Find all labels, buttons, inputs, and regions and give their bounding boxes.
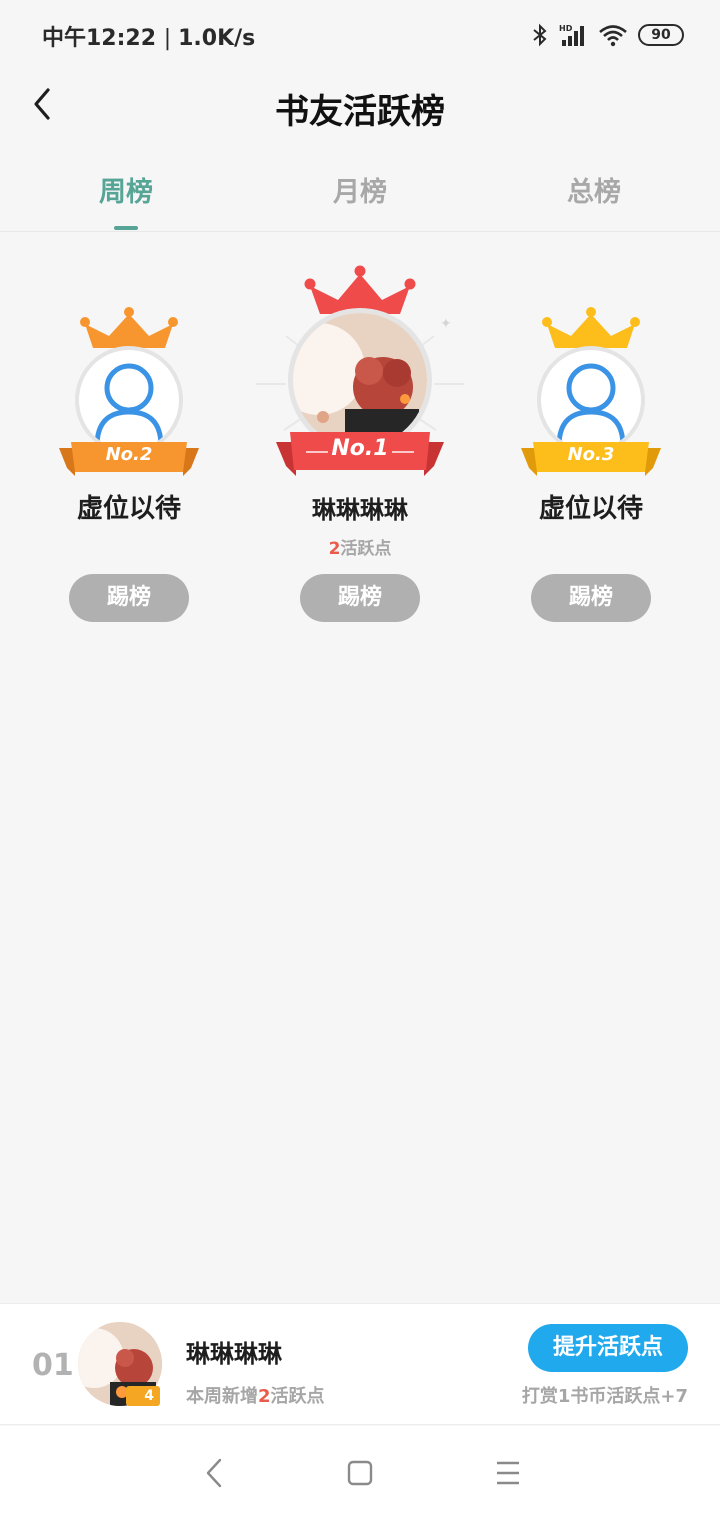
podium-third: No.3 虚位以待 踢榜 xyxy=(511,250,671,630)
tab-bar: 周榜 月榜 总榜 xyxy=(0,160,720,232)
kick-button-second[interactable]: 踢榜 xyxy=(69,574,189,622)
points-unit: 活跃点 xyxy=(340,539,392,559)
status-left: 中午12:22 | 1.0K/s xyxy=(42,20,255,52)
crown-icon xyxy=(542,307,640,348)
boost-points-button[interactable]: 提升活跃点 xyxy=(528,1324,688,1372)
rank-ribbon-first: No.1 xyxy=(276,428,444,478)
page-title: 书友活跃榜 xyxy=(275,92,445,132)
user-placeholder-icon xyxy=(556,363,626,447)
battery-icon: 90 xyxy=(638,24,684,46)
anime-avatar-image xyxy=(293,313,427,447)
signal-icon: HD xyxy=(559,24,584,46)
kick-button-first[interactable]: 踢榜 xyxy=(300,574,420,622)
points-first: 2活跃点 xyxy=(250,534,470,559)
tab-monthly[interactable]: 月榜 xyxy=(280,170,440,209)
nav-back-button[interactable] xyxy=(194,1456,234,1490)
rank-label-second: No.2 xyxy=(105,444,153,465)
status-time: 中午12:22 xyxy=(42,26,157,51)
svg-text:✦: ✦ xyxy=(440,316,452,332)
name-second: 虚位以待 xyxy=(76,494,181,524)
weekly-points-suffix: 活跃点 xyxy=(270,1386,325,1407)
status-speed: 1.0K/s xyxy=(178,26,256,51)
rank-label-third: No.3 xyxy=(567,444,615,465)
my-rank-number: 01 xyxy=(32,1348,74,1383)
nav-home-icon xyxy=(347,1460,373,1486)
user-placeholder-icon xyxy=(94,363,164,447)
crown-icon xyxy=(80,307,178,348)
my-name: 琳琳琳琳 xyxy=(186,1340,282,1368)
weekly-points-value: 2 xyxy=(258,1386,271,1407)
status-divider: | xyxy=(163,26,179,51)
rank-label-first: No.1 xyxy=(331,436,389,461)
level-badge: 4 xyxy=(126,1386,160,1406)
status-icons: HD 90 xyxy=(532,20,684,50)
nav-back-icon xyxy=(206,1458,222,1488)
nav-home-button[interactable] xyxy=(340,1456,380,1490)
weekly-points-prefix: 本周新增 xyxy=(186,1386,258,1407)
name-first: 琳琳琳琳 xyxy=(312,496,408,524)
reward-hint: 打赏1书币活跃点+7 xyxy=(521,1386,688,1407)
status-bar: 中午12:22 | 1.0K/s HD 90 xyxy=(0,0,720,70)
rank-ribbon-third: No.3 xyxy=(521,438,661,478)
nav-menu-button[interactable] xyxy=(488,1456,528,1490)
tab-total[interactable]: 总榜 xyxy=(514,170,674,209)
podium-first: ✦ No.1 琳琳琳琳 2活跃点 踢榜 xyxy=(250,250,470,630)
wifi-icon xyxy=(599,25,627,47)
bluetooth-icon xyxy=(533,23,547,47)
rank-ribbon-second: No.2 xyxy=(59,438,199,478)
nav-menu-icon xyxy=(497,1461,519,1485)
system-nav-bar xyxy=(0,1426,720,1520)
my-weekly-points: 本周新增2活跃点 xyxy=(186,1382,325,1408)
header: 书友活跃榜 xyxy=(0,70,720,140)
tab-indicator xyxy=(114,226,138,230)
podium-second: No.2 虚位以待 踢榜 xyxy=(49,250,209,630)
svg-text:HD: HD xyxy=(559,24,573,33)
kick-button-third[interactable]: 踢榜 xyxy=(531,574,651,622)
name-third: 虚位以待 xyxy=(538,494,643,524)
tab-weekly[interactable]: 周榜 xyxy=(46,170,206,209)
points-value: 2 xyxy=(328,539,341,559)
my-rank-bar: 01 4 琳琳琳琳 本周新增2活跃点 提升活跃点 打赏1书币活跃点+7 xyxy=(0,1303,720,1425)
